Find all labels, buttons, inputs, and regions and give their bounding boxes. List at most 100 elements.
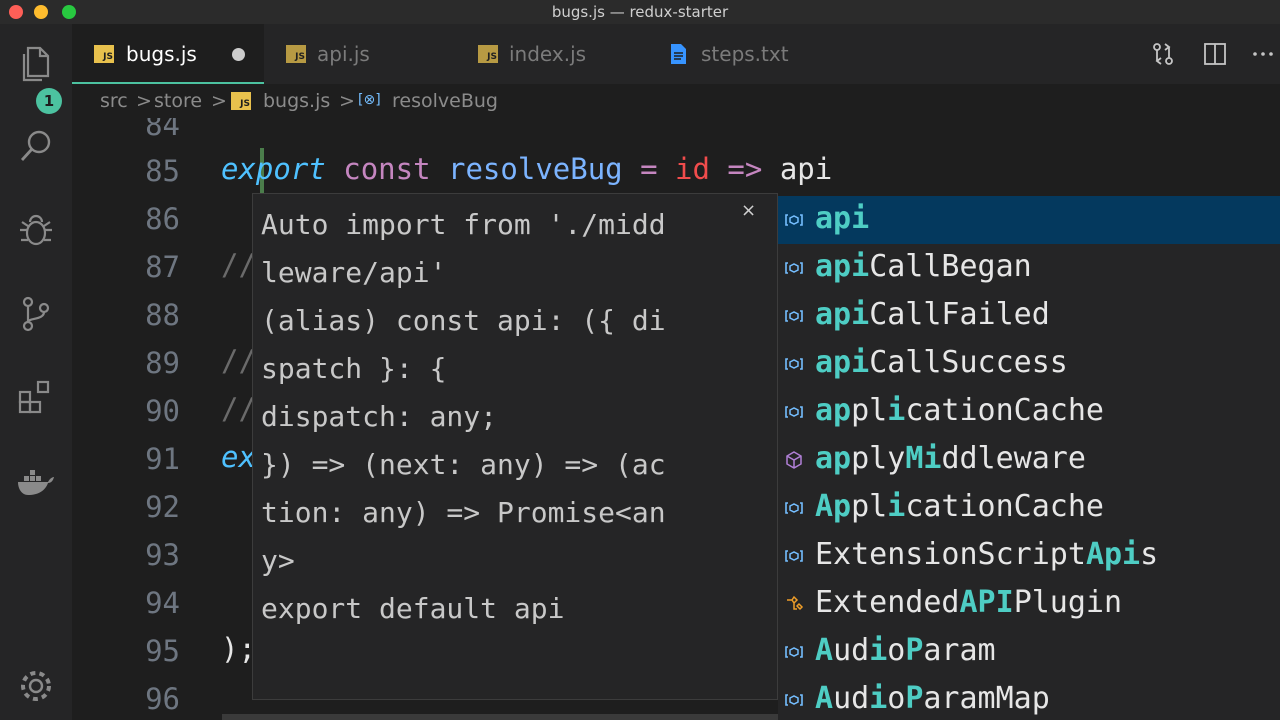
variable-icon <box>784 258 804 278</box>
suggestion-item[interactable]: apiCallSuccess <box>778 340 1280 388</box>
variable-icon <box>784 210 804 230</box>
autocomplete-list: api apiCallBegan apiCallFailed apiCallSu… <box>778 196 1280 720</box>
suggestion-item[interactable]: AudioParam <box>778 628 1280 676</box>
tab-api-js[interactable]: JS api.js <box>266 24 456 84</box>
js-file-icon: JS <box>231 92 251 110</box>
comment-fragment: // <box>221 248 256 282</box>
line-number: 95 <box>145 634 180 668</box>
tab-label: bugs.js <box>126 42 197 66</box>
keyword-export: export <box>221 152 326 186</box>
compare-changes-icon[interactable] <box>1150 41 1176 71</box>
detail-line: (alias) const api: ({ di <box>261 304 666 337</box>
detail-line: leware/api' <box>261 256 447 289</box>
tab-label: index.js <box>509 42 587 66</box>
suggestion-details-panel: × Auto import from './midd leware/api' (… <box>252 193 778 700</box>
js-file-icon: JS <box>286 45 306 63</box>
breadcrumb-src[interactable]: src <box>100 90 128 112</box>
suggestion-item[interactable]: ExtensionScriptApis <box>778 532 1280 580</box>
breadcrumb-separator: > <box>136 90 152 112</box>
activity-bar: 1 <box>0 24 72 720</box>
detail-line: export default api <box>261 592 565 625</box>
arrow-operator: => <box>727 152 763 186</box>
breadcrumb-resolvebug[interactable]: resolveBug <box>392 90 498 112</box>
search-icon[interactable] <box>16 126 56 166</box>
tab-bar: JS bugs.js JS api.js JS index.js steps.t… <box>72 24 1280 84</box>
breadcrumb-separator: > <box>339 90 355 112</box>
explorer-badge: 1 <box>36 88 62 114</box>
variable-icon <box>784 642 804 662</box>
suggestion-label: ApplicationCache <box>815 489 1104 524</box>
explorer-icon[interactable] <box>16 44 56 84</box>
suggestion-label: apiCallFailed <box>815 297 1050 332</box>
suggestion-label: AudioParam <box>815 633 996 668</box>
variable-icon <box>784 306 804 326</box>
line-number: 84 <box>145 118 180 142</box>
source-control-icon[interactable] <box>16 294 56 334</box>
variable-icon <box>784 546 804 566</box>
suggestion-item[interactable]: api <box>778 196 1280 244</box>
suggestion-item[interactable]: AudioParamMap <box>778 676 1280 720</box>
line-number: 85 <box>145 154 180 188</box>
method-cube-icon <box>784 450 804 470</box>
suggestion-label: ExtensionScriptApis <box>815 537 1159 572</box>
variable-symbol-icon: [⊗] <box>358 92 381 108</box>
tab-index-js[interactable]: JS index.js <box>458 24 648 84</box>
line-number: 87 <box>145 250 180 284</box>
horizontal-scrollbar[interactable] <box>222 714 778 720</box>
suggestion-label: api <box>815 201 870 236</box>
variable-icon <box>784 498 804 518</box>
detail-line: dispatch: any; <box>261 400 498 433</box>
breadcrumb-store[interactable]: store <box>154 90 202 112</box>
suggestion-item[interactable]: apiCallBegan <box>778 244 1280 292</box>
line-number: 94 <box>145 586 180 620</box>
detail-line: tion: any) => Promise<an <box>261 496 666 529</box>
variable-icon <box>784 354 804 374</box>
debug-icon[interactable] <box>16 210 56 250</box>
breadcrumb: src > store > JS bugs.js > [⊗] resolveBu… <box>72 84 1280 118</box>
detail-line: }) => (next: any) => (ac <box>261 448 666 481</box>
suggestion-label: AudioParamMap <box>815 681 1050 716</box>
split-editor-icon[interactable] <box>1202 41 1228 71</box>
docker-icon[interactable] <box>16 462 56 502</box>
code-line-85: export const resolveBug = id => api <box>221 152 832 186</box>
line-number: 89 <box>145 346 180 380</box>
line-number: 93 <box>145 538 180 572</box>
unsaved-dot-icon[interactable] <box>232 48 245 61</box>
detail-line: y> <box>261 544 295 577</box>
line-number: 88 <box>145 298 180 332</box>
line-number: 91 <box>145 442 180 476</box>
more-actions-icon[interactable] <box>1250 41 1276 71</box>
suggestion-label: apiCallSuccess <box>815 345 1068 380</box>
function-name: resolveBug <box>448 152 623 186</box>
param-id: id <box>675 152 710 186</box>
suggestion-item[interactable]: apiCallFailed <box>778 292 1280 340</box>
detail-line: Auto import from './midd <box>261 208 666 241</box>
comment-fragment: // <box>221 392 256 426</box>
variable-icon <box>784 690 804 710</box>
suggestion-item[interactable]: applicationCache <box>778 388 1280 436</box>
suggestion-label: apiCallBegan <box>815 249 1032 284</box>
suggestion-item[interactable]: ApplicationCache <box>778 484 1280 532</box>
text-file-icon <box>671 44 686 64</box>
js-file-icon: JS <box>478 45 498 63</box>
detail-line: spatch }: { <box>261 352 447 385</box>
line-number: 86 <box>145 202 180 236</box>
operator-equals: = <box>640 152 658 186</box>
closing-paren: ); <box>221 632 256 666</box>
suggestion-label: applyMiddleware <box>815 441 1086 476</box>
variable-icon <box>784 402 804 422</box>
suggestion-item[interactable]: applyMiddleware <box>778 436 1280 484</box>
window-title: bugs.js — redux-starter <box>551 3 729 21</box>
extensions-icon[interactable] <box>16 378 56 418</box>
keyword-const: const <box>343 152 431 186</box>
export-fragment: ex <box>221 440 256 474</box>
breadcrumb-bugs-js[interactable]: bugs.js <box>263 90 330 112</box>
settings-gear-icon[interactable] <box>16 666 56 706</box>
suggestion-item[interactable]: ExtendedAPIPlugin <box>778 580 1280 628</box>
tab-bugs-js[interactable]: JS bugs.js <box>72 24 264 84</box>
line-number: 92 <box>145 490 180 524</box>
typed-text: api <box>779 152 833 186</box>
tab-steps-txt[interactable]: steps.txt <box>650 24 850 84</box>
title-bar: bugs.js — redux-starter <box>0 0 1280 24</box>
close-icon[interactable]: × <box>741 200 756 221</box>
